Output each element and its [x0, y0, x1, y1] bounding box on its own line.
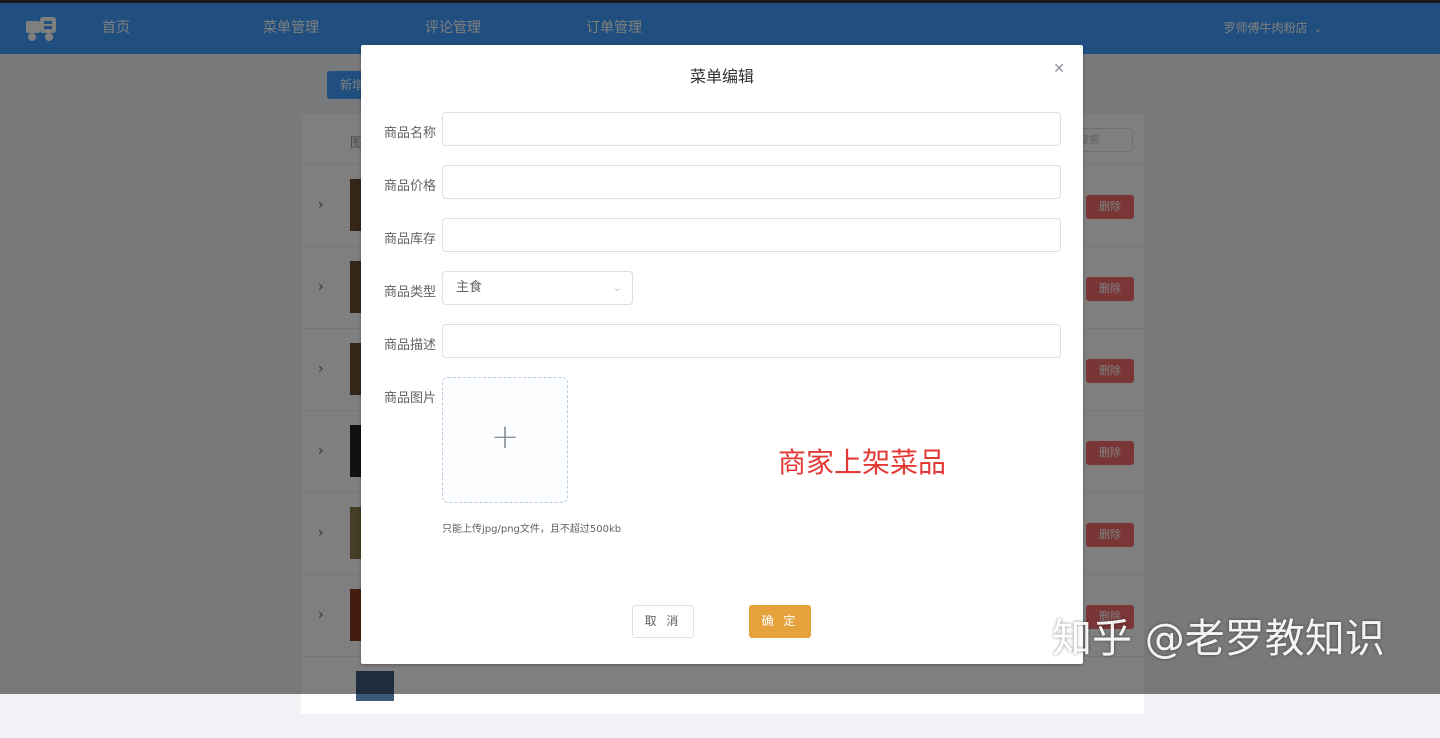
cancel-button[interactable]: 取 消: [632, 605, 694, 638]
product-type-label: 商品类型: [384, 285, 437, 300]
plus-icon: +: [490, 417, 520, 457]
watermark: 知乎 @老罗教知识: [1052, 616, 1385, 662]
upload-tip: 只能上传jpg/png文件，且不超过500kb: [442, 524, 622, 535]
product-stock-input[interactable]: [442, 218, 1061, 252]
product-name-label: 商品名称: [384, 126, 437, 141]
product-price-label: 商品价格: [384, 179, 437, 194]
dialog-title: 菜单编辑: [689, 67, 754, 86]
image-uploader[interactable]: +: [442, 377, 568, 503]
product-stock-label: 商品库存: [384, 232, 437, 247]
chevron-down-icon: ⌄: [612, 281, 622, 294]
annotation-text: 商家上架菜品: [778, 446, 947, 479]
close-icon[interactable]: ✕: [1053, 61, 1065, 77]
product-type-select[interactable]: 主食 ⌄: [442, 271, 633, 305]
menu-edit-dialog: 菜单编辑 ✕ 商品名称 商品价格 商品库存 商品类型 主食 ⌄ 商品描述 商品图…: [361, 45, 1083, 664]
product-desc-input[interactable]: [442, 324, 1061, 358]
confirm-button[interactable]: 确 定: [749, 605, 811, 638]
product-type-value: 主食: [456, 280, 483, 295]
product-price-input[interactable]: [442, 165, 1061, 199]
product-desc-label: 商品描述: [384, 338, 437, 353]
product-image-label: 商品图片: [384, 391, 437, 406]
product-name-input[interactable]: [442, 112, 1061, 146]
